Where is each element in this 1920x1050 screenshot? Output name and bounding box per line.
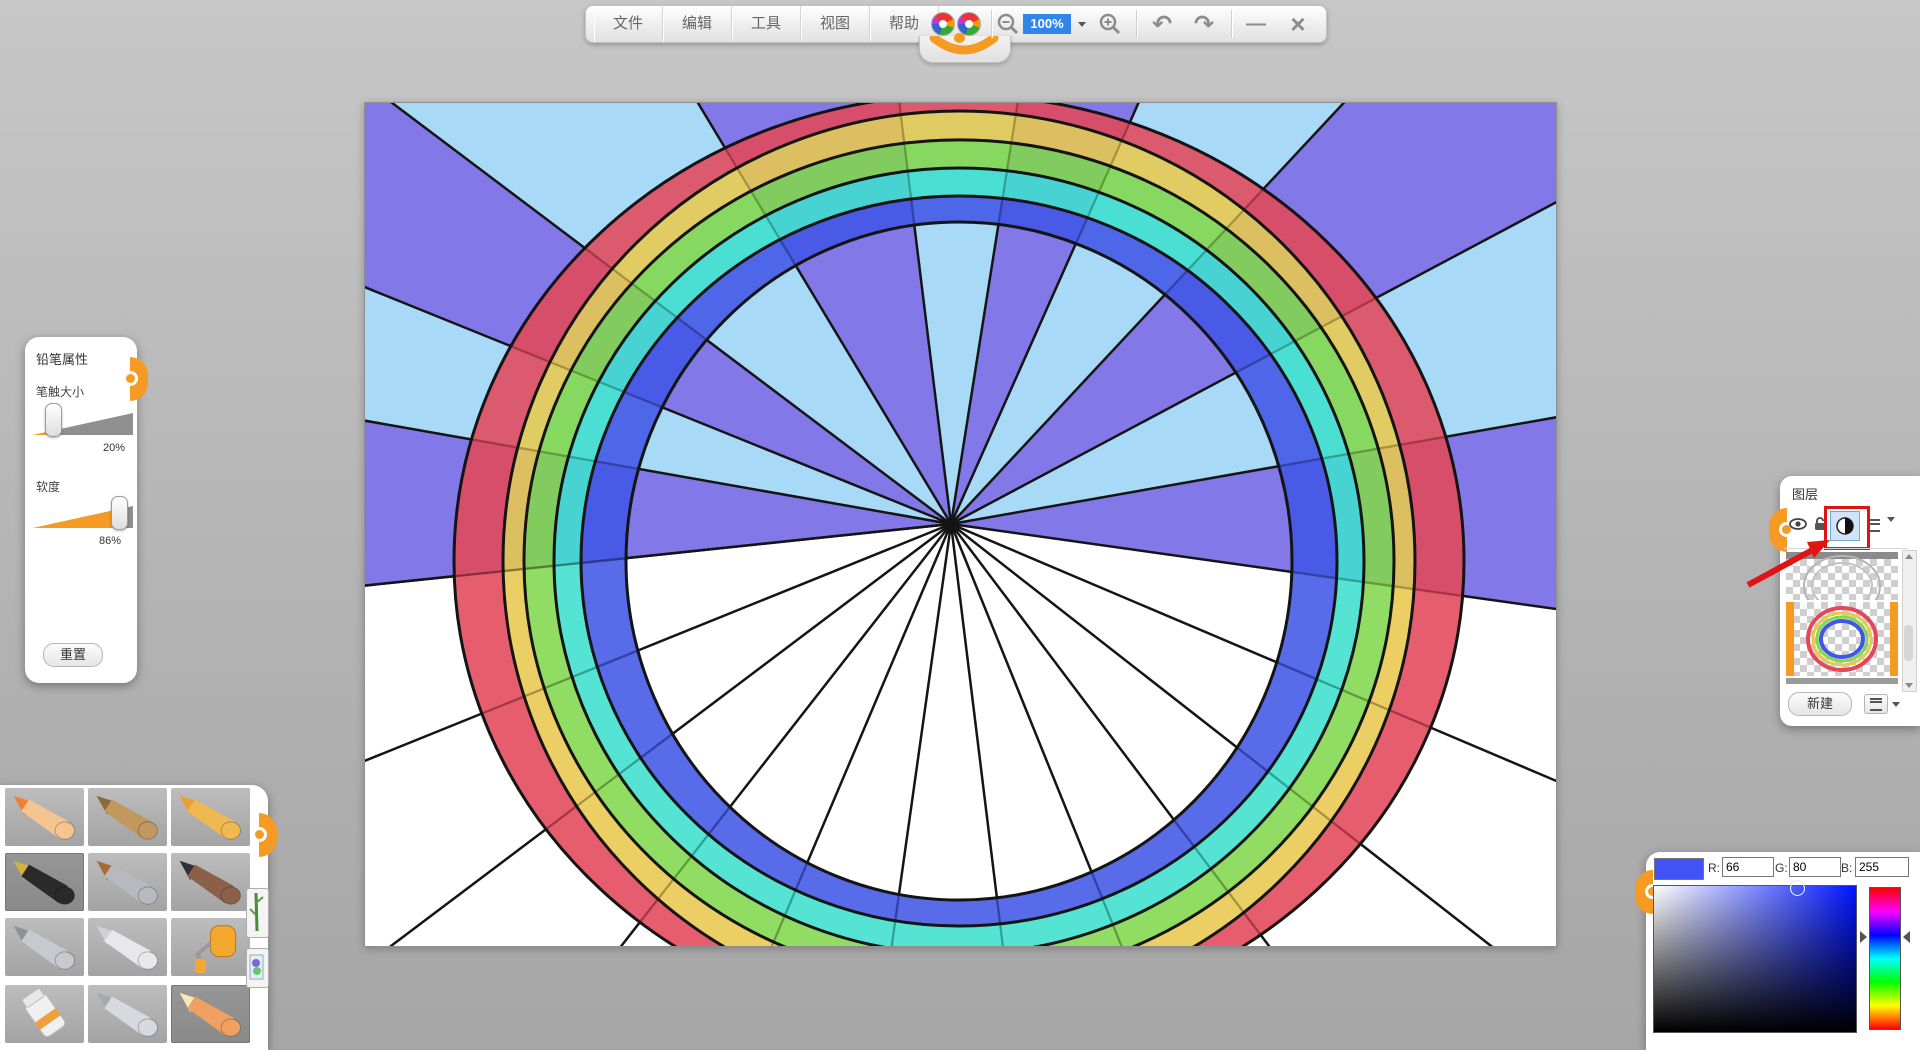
tool-palette [0, 785, 268, 1050]
tool-fountain-pen[interactable] [5, 853, 84, 911]
tool-wood-pen[interactable] [88, 788, 167, 846]
blue-label: B: [1841, 861, 1852, 875]
layer-item-top[interactable] [1786, 552, 1898, 600]
menu-item-1[interactable]: 编辑 [663, 6, 732, 42]
layer-list-menu-button[interactable] [1864, 694, 1888, 714]
bamboo-brush-preset-button[interactable] [246, 888, 269, 938]
tool-eraser[interactable] [171, 985, 250, 1043]
menu-list: 文件编辑工具视图帮助 [594, 6, 939, 42]
hue-slider[interactable] [1869, 887, 1901, 1030]
redo-button[interactable]: ↷ [1186, 10, 1222, 38]
layers-scrollbar[interactable] [1902, 550, 1917, 692]
zoom-level-dropdown[interactable] [1075, 10, 1089, 38]
brush-size-value: 20% [103, 442, 125, 454]
clown-nose-icon [954, 33, 965, 43]
zoom-out-button[interactable] [994, 10, 1022, 38]
clown-mascot-tab [919, 36, 1011, 63]
tool-flat-brush[interactable] [88, 853, 167, 911]
brush-size-label: 笔触大小 [36, 383, 84, 400]
layer-item-rainbow[interactable] [1786, 602, 1898, 676]
pencil-properties-panel: 铅笔属性 笔触大小 20% 软度 86% 重置 [25, 337, 137, 683]
chevron-down-icon[interactable] [1887, 522, 1895, 540]
tool-ink-brush[interactable] [171, 853, 250, 911]
brush-size-slider-thumb[interactable] [45, 403, 62, 437]
softness-label: 软度 [36, 478, 60, 495]
red-input[interactable] [1722, 857, 1774, 877]
menu-item-0[interactable]: 文件 [594, 6, 663, 42]
panel-handle-icon[interactable] [1635, 870, 1653, 914]
color-picker-panel: R: G: B: [1646, 852, 1920, 1050]
scroll-up-icon[interactable] [1905, 554, 1913, 559]
hue-marker-left-icon[interactable] [1860, 931, 1867, 943]
chevron-down-icon [1078, 22, 1086, 27]
drawing-canvas[interactable] [364, 102, 1557, 947]
green-label: G: [1775, 861, 1788, 875]
zoom-in-button[interactable] [1096, 10, 1124, 38]
undo-button[interactable]: ↶ [1144, 10, 1180, 38]
hue-marker-right-icon[interactable] [1903, 931, 1910, 943]
panel-handle-icon[interactable] [130, 357, 148, 401]
zoom-level-value[interactable]: 100% [1023, 14, 1071, 34]
tool-paint-tube[interactable] [5, 985, 84, 1043]
close-button[interactable]: × [1280, 10, 1316, 38]
application-window: 文件编辑工具视图帮助 100% ↶ ↷ — [0, 0, 1920, 1050]
brush-size-slider[interactable] [33, 405, 133, 439]
color-cursor-icon[interactable] [1790, 881, 1805, 896]
red-label: R: [1708, 861, 1720, 875]
tool-pencil[interactable] [5, 788, 84, 846]
toolbar-separator [991, 10, 992, 38]
softness-value: 86% [99, 535, 121, 547]
divider [1784, 548, 1908, 549]
panel-handle-icon[interactable] [259, 813, 277, 857]
annotation-highlight-box [1824, 506, 1870, 550]
tool-spatula[interactable] [88, 985, 167, 1043]
scroll-down-icon[interactable] [1905, 683, 1913, 688]
layer-visibility-eye-icon[interactable] [1788, 516, 1808, 537]
menu-item-2[interactable]: 工具 [732, 6, 801, 42]
toolbar-separator [1231, 10, 1232, 38]
layers-panel: 图层 [1780, 476, 1920, 726]
tool-crayon[interactable] [171, 788, 250, 846]
selected-layer-indicator [1890, 602, 1898, 676]
layer-controls-row [1780, 510, 1920, 544]
tool-palette-knife[interactable] [88, 918, 167, 976]
reset-button[interactable]: 重置 [43, 643, 103, 667]
next-layer-edge [1786, 678, 1898, 684]
softness-slider[interactable] [33, 498, 133, 532]
selected-layer-indicator [1786, 602, 1794, 676]
rainbow-wheel-drawing [365, 103, 1556, 946]
main-toolbar: 文件编辑工具视图帮助 100% ↶ ↷ — [585, 5, 1327, 43]
scrollbar-thumb[interactable] [1904, 625, 1913, 661]
clown-left-eye-icon[interactable] [931, 12, 955, 36]
minimize-button[interactable]: — [1238, 10, 1274, 38]
chevron-down-icon[interactable] [1892, 702, 1900, 707]
menu-item-3[interactable]: 视图 [801, 6, 870, 42]
blue-input[interactable] [1855, 857, 1909, 877]
tool-airbrush[interactable] [5, 918, 84, 976]
green-input[interactable] [1789, 857, 1841, 877]
softness-slider-thumb[interactable] [111, 496, 128, 530]
new-layer-button[interactable]: 新建 [1788, 692, 1852, 716]
panel-title: 铅笔属性 [36, 349, 88, 368]
tool-paint-roller[interactable] [171, 918, 250, 976]
toolbar-separator [1136, 10, 1137, 38]
saturation-value-field[interactable] [1653, 885, 1857, 1033]
current-color-swatch [1654, 858, 1704, 880]
stamp-preset-button[interactable] [246, 948, 269, 988]
layers-panel-title: 图层 [1792, 484, 1818, 503]
